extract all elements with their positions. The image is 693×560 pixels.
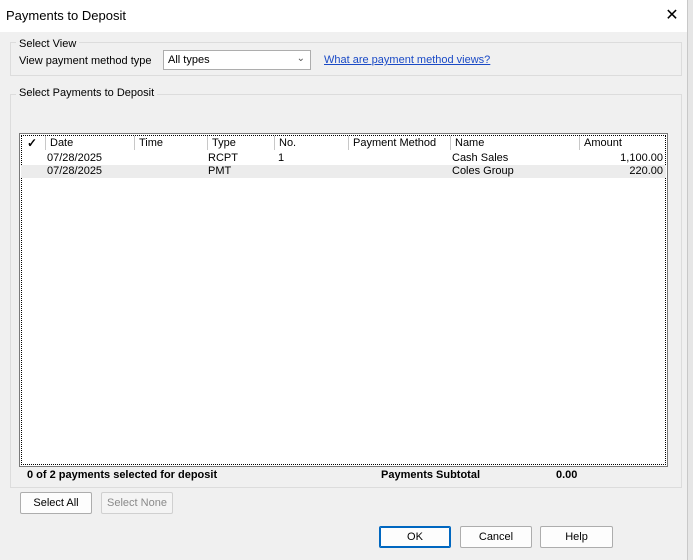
chevron-down-icon: ⌄ (296, 53, 305, 64)
column-header-no[interactable]: No. (279, 135, 296, 151)
column-header-date[interactable]: Date (50, 135, 73, 151)
row-name: Cash Sales (452, 152, 509, 164)
ok-button[interactable]: OK (379, 526, 451, 548)
payment-method-type-label: View payment method type (19, 55, 152, 67)
help-button[interactable]: Help (540, 526, 613, 548)
window-title: Payments to Deposit (6, 8, 126, 23)
payments-subtotal-label: Payments Subtotal (381, 469, 481, 481)
column-header-time[interactable]: Time (139, 135, 163, 151)
column-header-type[interactable]: Type (212, 135, 236, 151)
table-row[interactable]: 07/28/2025 PMT Coles Group 220.00 (21, 165, 666, 178)
table-row[interactable]: 07/28/2025 RCPT 1 Cash Sales 1,100.00 (21, 152, 666, 165)
title-bar: Payments to Deposit ✕ (0, 0, 687, 32)
selected-count-text: 0 of 2 payments selected for deposit (27, 469, 218, 481)
background-window-edge (688, 0, 693, 560)
column-header-name[interactable]: Name (455, 135, 484, 151)
row-amount: 220.00 (629, 165, 663, 177)
row-date: 07/28/2025 (47, 152, 103, 164)
payment-method-views-link[interactable]: What are payment method views? (324, 54, 490, 66)
select-view-group-label: Select View (16, 38, 80, 50)
cancel-button[interactable]: Cancel (460, 526, 532, 548)
row-no: 1 (278, 152, 285, 164)
payments-list[interactable]: ✓ Date Time Type No. Payment Method Name… (19, 133, 668, 467)
select-all-button[interactable]: Select All (20, 492, 92, 514)
select-none-button[interactable]: Select None (101, 492, 173, 514)
payment-method-type-value: All types (168, 54, 210, 66)
row-type: PMT (208, 165, 232, 177)
column-header-check[interactable]: ✓ (27, 135, 37, 151)
column-header-payment-method[interactable]: Payment Method (353, 135, 436, 151)
column-header-amount[interactable]: Amount (584, 135, 622, 151)
row-type: RCPT (208, 152, 238, 164)
row-date: 07/28/2025 (47, 165, 103, 177)
row-name: Coles Group (452, 165, 514, 177)
row-amount: 1,100.00 (620, 152, 663, 164)
close-icon[interactable]: ✕ (660, 4, 684, 28)
select-payments-group-label: Select Payments to Deposit (16, 87, 158, 99)
payments-to-deposit-dialog: Payments to Deposit ✕ Select View View p… (0, 0, 688, 560)
payments-list-focus-rect (21, 135, 666, 465)
payment-method-type-dropdown[interactable]: All types ⌄ (163, 50, 311, 70)
payments-subtotal-value: 0.00 (556, 469, 578, 481)
